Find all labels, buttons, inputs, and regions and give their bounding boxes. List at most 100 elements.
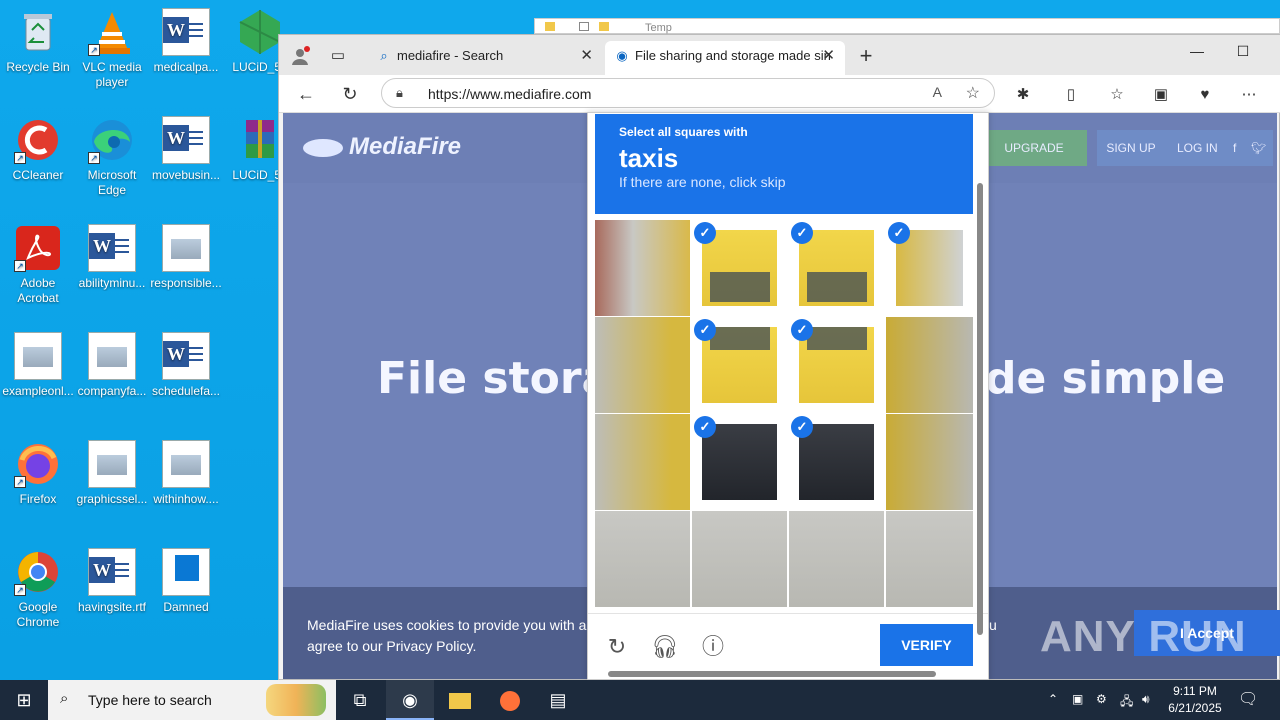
- desktop-icon-graphicssel[interactable]: graphicssel...: [74, 440, 150, 507]
- task-view-icon[interactable]: ⧉: [336, 680, 384, 720]
- desktop-icon-responsible[interactable]: responsible...: [148, 224, 224, 291]
- captcha-tile[interactable]: [886, 317, 973, 413]
- damned-file-icon: [162, 548, 210, 596]
- tray-device-icon[interactable]: ▣: [1072, 692, 1083, 706]
- captcha-tile-image: [799, 327, 874, 403]
- read-aloud-icon[interactable]: A: [933, 84, 942, 100]
- scrollbar-thumb[interactable]: [977, 183, 983, 635]
- profile-icon[interactable]: [289, 45, 311, 67]
- desktop-icon-medicalpa[interactable]: W medicalpa...: [148, 8, 224, 75]
- captcha-tile[interactable]: ✓: [789, 414, 884, 510]
- tab-actions-icon[interactable]: ▭: [327, 45, 349, 67]
- verify-button[interactable]: VERIFY: [880, 624, 973, 666]
- taskbar-search-box[interactable]: ⌕ Type here to search: [48, 680, 336, 720]
- acrobat-icon: ↗: [14, 224, 62, 272]
- captcha-tile-image: [799, 424, 874, 500]
- recycle-bin-icon: [14, 8, 62, 56]
- back-icon[interactable]: ←: [293, 82, 319, 108]
- desktop-icon-movebusin[interactable]: W movebusin...: [148, 116, 224, 183]
- captcha-tile[interactable]: [789, 511, 884, 607]
- desktop-icon-ccleaner[interactable]: ↗ CCleaner: [0, 116, 76, 183]
- twitter-icon[interactable]: 🐦︎: [1251, 139, 1269, 157]
- refresh-icon[interactable]: ↻: [337, 82, 363, 108]
- address-bar[interactable]: 🔒︎ https://www.mediafire.com A ☆: [381, 78, 995, 108]
- info-icon[interactable]: ⓘ: [698, 632, 728, 662]
- captcha-tile[interactable]: [595, 414, 690, 510]
- captcha-tile[interactable]: ✓: [789, 220, 884, 316]
- selected-check-icon: ✓: [694, 319, 716, 341]
- close-tab-icon[interactable]: ✕: [580, 41, 593, 71]
- captcha-tile[interactable]: [595, 511, 690, 607]
- desktop-icon-firefox[interactable]: ↗ Firefox: [0, 440, 76, 507]
- captcha-tile[interactable]: ✓: [692, 414, 787, 510]
- captcha-tile[interactable]: [692, 511, 787, 607]
- taskbar-app-icon[interactable]: ▤: [534, 680, 582, 720]
- new-tab-icon[interactable]: +: [855, 45, 877, 67]
- log-in-button[interactable]: LOG IN f 🐦︎: [1165, 130, 1273, 166]
- captcha-tile[interactable]: [886, 511, 973, 607]
- captcha-tile[interactable]: [886, 414, 973, 510]
- sign-up-button[interactable]: SIGN UP: [1097, 130, 1165, 166]
- captcha-tile-image: [692, 511, 787, 607]
- maximize-icon[interactable]: ☐: [1223, 43, 1263, 60]
- facebook-icon[interactable]: f: [1233, 139, 1251, 157]
- taskbar-file-explorer-icon[interactable]: [436, 680, 484, 720]
- network-icon[interactable]: 🖧︎: [1120, 692, 1133, 713]
- captcha-tile-image: [886, 414, 973, 510]
- taskbar-clock[interactable]: 9:11 PM 6/21/2025: [1160, 683, 1230, 717]
- desktop-icon-recycle-bin[interactable]: Recycle Bin: [0, 8, 76, 75]
- captcha-tile[interactable]: ✓: [692, 220, 787, 316]
- shortcut-arrow-icon: ↗: [88, 44, 100, 56]
- browser-essentials-icon[interactable]: ♥: [1193, 83, 1217, 107]
- extensions-icon[interactable]: ✱: [1011, 83, 1035, 107]
- more-menu-icon[interactable]: ⋯: [1237, 83, 1261, 107]
- desktop-icon-microsoft-edge[interactable]: ↗ Microsoft Edge: [74, 116, 150, 198]
- captcha-tile[interactable]: ✓: [886, 220, 973, 316]
- favorites-icon[interactable]: ☆: [1105, 83, 1129, 107]
- tab-mediafire-search[interactable]: ⌕ mediafire - Search ✕: [367, 41, 603, 75]
- mediafire-logo[interactable]: MediaFire: [303, 133, 461, 161]
- desktop-icon-vlc[interactable]: ↗ VLC media player: [74, 8, 150, 90]
- address-bar-row: ← ↻ 🔒︎ https://www.mediafire.com A ☆ ✱ ▯…: [279, 75, 1280, 113]
- captcha-horizontal-scrollbar[interactable]: [602, 669, 962, 677]
- background-explorer-window[interactable]: Temp: [534, 18, 1280, 34]
- close-tab-icon[interactable]: ✕: [822, 41, 835, 71]
- taskbar-firefox-icon[interactable]: [486, 680, 534, 720]
- desktop-icon-damned[interactable]: Damned: [148, 548, 224, 615]
- selected-check-icon: ✓: [694, 416, 716, 438]
- captcha-vertical-scrollbar[interactable]: [976, 121, 984, 661]
- url-text: https://www.mediafire.com: [428, 86, 592, 102]
- split-screen-icon[interactable]: ▯: [1059, 83, 1083, 107]
- audio-challenge-icon[interactable]: 🎧︎: [650, 632, 680, 662]
- desktop-icon-adobe-acrobat[interactable]: ↗ Adobe Acrobat: [0, 224, 76, 306]
- captcha-tile[interactable]: [595, 220, 690, 316]
- desktop-icon-companyfa[interactable]: companyfa...: [74, 332, 150, 399]
- notifications-icon[interactable]: 🗨︎: [1238, 689, 1258, 709]
- word-document-icon: W: [88, 548, 136, 596]
- desktop-icon-exampleonl[interactable]: exampleonl...: [0, 332, 76, 399]
- captcha-tile[interactable]: ✓: [692, 317, 787, 413]
- windows-start-icon[interactable]: ⊞: [0, 680, 48, 720]
- tray-settings-icon[interactable]: ⚙: [1096, 692, 1107, 706]
- captcha-tile[interactable]: ✓: [789, 317, 884, 413]
- desktop-icon-abilityminu[interactable]: W abilityminu...: [74, 224, 150, 291]
- tab-mediafire[interactable]: ◉ File sharing and storage made sin ✕: [605, 41, 845, 75]
- search-icon: ⌕: [60, 690, 69, 707]
- show-hidden-icons-icon[interactable]: ⌃: [1048, 692, 1058, 706]
- hero-title-right: de simple: [985, 353, 1226, 404]
- captcha-tile[interactable]: [595, 317, 690, 413]
- volume-icon[interactable]: 🔊︎: [1142, 692, 1150, 707]
- desktop-icon-withinhow[interactable]: withinhow....: [148, 440, 224, 507]
- selected-check-icon: ✓: [888, 222, 910, 244]
- upgrade-button[interactable]: UPGRADE: [981, 130, 1087, 166]
- scrollbar-thumb[interactable]: [608, 671, 936, 677]
- minimize-icon[interactable]: —: [1177, 43, 1217, 59]
- lucid-gem-icon: [236, 8, 284, 56]
- taskbar-edge-icon[interactable]: ◉: [386, 680, 434, 720]
- reload-icon[interactable]: ↻: [602, 632, 632, 662]
- favorite-star-icon[interactable]: ☆: [966, 83, 980, 103]
- desktop-icon-havingsite[interactable]: W havingsite.rtf: [74, 548, 150, 615]
- desktop-icon-google-chrome[interactable]: ↗ Google Chrome: [0, 548, 76, 630]
- desktop-icon-schedulefa[interactable]: W schedulefa...: [148, 332, 224, 399]
- collections-icon[interactable]: ▣: [1149, 83, 1173, 107]
